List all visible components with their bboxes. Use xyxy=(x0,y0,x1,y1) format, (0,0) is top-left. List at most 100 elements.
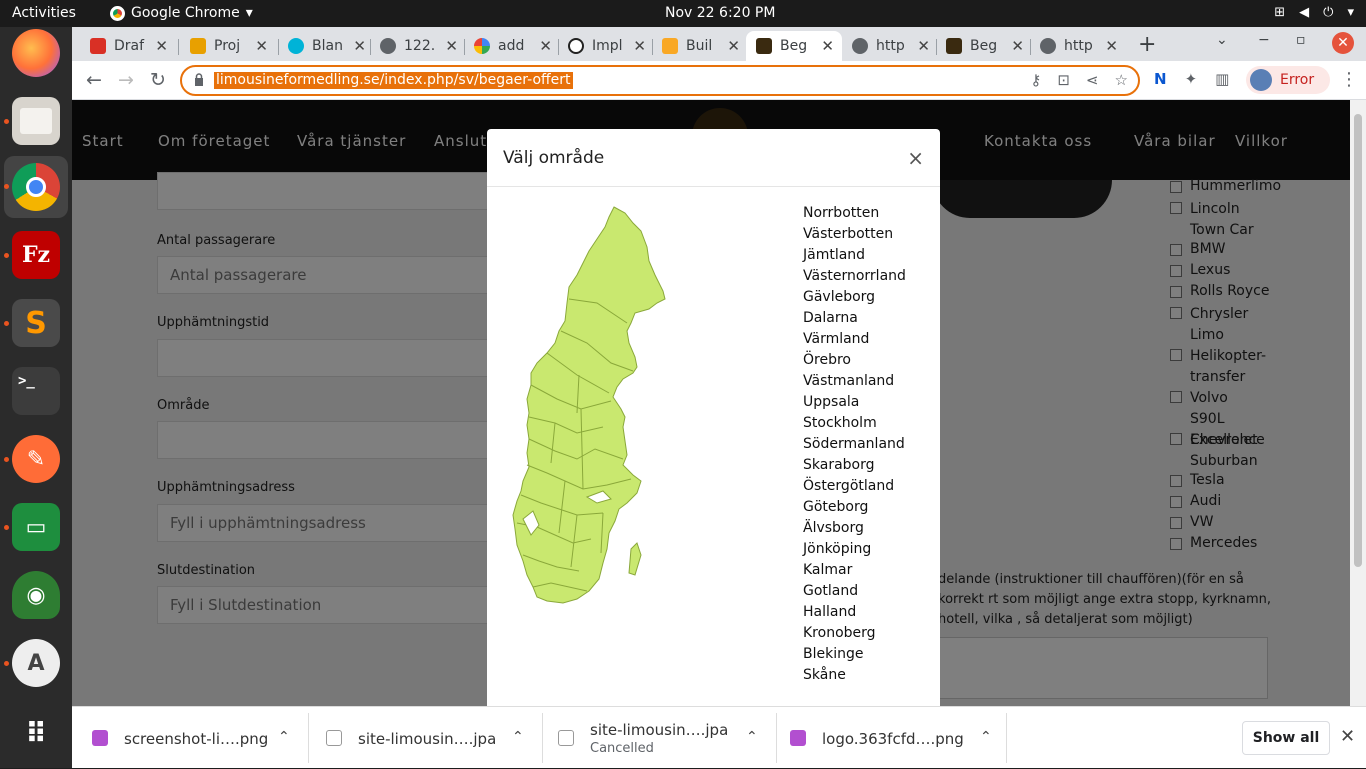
close-icon[interactable]: ✕ xyxy=(917,37,930,55)
filezilla-icon[interactable]: Fz xyxy=(12,231,60,279)
software-updater-icon[interactable]: A xyxy=(12,639,60,687)
region-item[interactable]: Dalarna xyxy=(803,308,906,329)
chevron-up-icon[interactable]: ⌃ xyxy=(980,729,992,745)
tab-search-chevron-icon[interactable]: ⌄ xyxy=(1216,32,1228,48)
new-tab-button[interactable]: + xyxy=(1138,32,1156,57)
region-item[interactable]: Gotland xyxy=(803,581,906,602)
app-grid-icon[interactable]: ⠿ xyxy=(12,709,60,757)
running-indicator xyxy=(4,321,9,326)
sublime-text-icon[interactable]: S xyxy=(12,299,60,347)
translate-icon[interactable]: ⊡ xyxy=(1057,71,1070,89)
google-chat-icon[interactable]: ▭ xyxy=(12,503,60,551)
region-item[interactable]: Kalmar xyxy=(803,560,906,581)
key-icon[interactable]: ⚷ xyxy=(1030,71,1041,89)
show-all-button[interactable]: Show all xyxy=(1242,721,1330,755)
tab[interactable]: add ✕ xyxy=(464,31,560,61)
system-tray[interactable]: ⊞ ◀ ⏻ ▾ xyxy=(1274,5,1354,20)
region-item[interactable]: Örebro xyxy=(803,350,906,371)
close-window-button[interactable]: ✕ xyxy=(1332,32,1354,54)
download-item[interactable]: screenshot-li….png ⌃ xyxy=(92,707,302,769)
map-outline[interactable] xyxy=(512,206,666,604)
close-icon[interactable]: ✕ xyxy=(1011,37,1024,55)
download-item[interactable]: site-limousin….jpa Cancelled ⌃ xyxy=(558,707,768,769)
tab-active[interactable]: Beg ✕ xyxy=(746,31,842,61)
url-text[interactable]: limousineformedling.se/index.php/sv/bega… xyxy=(214,72,573,89)
close-icon[interactable]: ✕ xyxy=(445,37,458,55)
address-bar[interactable]: limousineformedling.se/index.php/sv/bega… xyxy=(180,65,1140,96)
page-scrollbar[interactable] xyxy=(1350,100,1366,706)
region-item[interactable]: Östergötland xyxy=(803,476,906,497)
chevron-up-icon[interactable]: ⌃ xyxy=(512,729,524,745)
close-icon[interactable]: ✕ xyxy=(1340,726,1355,747)
tab[interactable]: Proj ✕ xyxy=(180,31,276,61)
close-icon[interactable]: ✕ xyxy=(727,37,740,55)
region-item[interactable]: Jönköping xyxy=(803,539,906,560)
close-icon[interactable]: ✕ xyxy=(255,37,268,55)
close-icon[interactable]: ✕ xyxy=(353,37,366,55)
profile-button[interactable]: Error xyxy=(1246,66,1330,94)
region-item[interactable]: Älvsborg xyxy=(803,518,906,539)
region-item[interactable]: Norrbotten xyxy=(803,203,906,224)
dock: Fz S >_ ✎ ▭ ◉ A ⠿ xyxy=(0,27,72,768)
close-icon[interactable]: ✕ xyxy=(155,37,168,55)
sweden-map[interactable] xyxy=(507,203,697,628)
share-icon[interactable]: ⋖ xyxy=(1086,71,1099,89)
terminal-icon[interactable]: >_ xyxy=(12,367,60,415)
minimize-button[interactable]: − xyxy=(1258,32,1270,48)
bookmark-star-icon[interactable]: ☆ xyxy=(1115,71,1128,89)
page-viewport: Start Om företaget Våra tjänster Anslut … xyxy=(72,100,1350,706)
close-icon[interactable]: × xyxy=(907,146,924,170)
files-icon[interactable] xyxy=(12,97,60,145)
region-item[interactable]: Halland xyxy=(803,602,906,623)
tab[interactable]: Beg ✕ xyxy=(936,31,1032,61)
close-icon[interactable]: ✕ xyxy=(539,37,552,55)
region-item[interactable]: Stockholm xyxy=(803,413,906,434)
region-item[interactable]: Kronoberg xyxy=(803,623,906,644)
tab[interactable]: Impl ✕ xyxy=(558,31,654,61)
extension-n-icon[interactable]: N xyxy=(1154,70,1167,88)
tab[interactable]: Draf ✕ xyxy=(80,31,176,61)
chevron-up-icon[interactable]: ⌃ xyxy=(746,729,758,745)
tab[interactable]: Buil ✕ xyxy=(652,31,748,61)
app-name: Google Chrome xyxy=(131,5,240,21)
region-item[interactable]: Gävleborg xyxy=(803,287,906,308)
region-item[interactable]: Västerbotten xyxy=(803,224,906,245)
region-item[interactable]: Västernorrland xyxy=(803,266,906,287)
tab[interactable]: http ✕ xyxy=(842,31,938,61)
firefox-icon[interactable] xyxy=(12,29,60,77)
region-item[interactable]: Skåne xyxy=(803,665,906,686)
rocket-icon[interactable]: ◉ xyxy=(12,571,60,619)
region-item[interactable]: Jämtland xyxy=(803,245,906,266)
clock[interactable]: Nov 22 6:20 PM xyxy=(665,5,775,21)
reload-button[interactable]: ↻ xyxy=(150,69,166,91)
app-menu[interactable]: Google Chrome ▾ xyxy=(110,5,253,21)
region-item[interactable]: Södermanland xyxy=(803,434,906,455)
tab-label: Blan xyxy=(312,38,343,54)
tab[interactable]: http ✕ xyxy=(1030,31,1126,61)
tab[interactable]: Blan ✕ xyxy=(278,31,374,61)
close-icon[interactable]: ✕ xyxy=(633,37,646,55)
gotland-shape[interactable] xyxy=(628,542,642,576)
close-icon[interactable]: ✕ xyxy=(1105,37,1118,55)
maximize-button[interactable]: ▫ xyxy=(1296,32,1306,48)
region-item[interactable]: Uppsala xyxy=(803,392,906,413)
region-item[interactable]: Värmland xyxy=(803,329,906,350)
postman-icon[interactable]: ✎ xyxy=(12,435,60,483)
region-item[interactable]: Blekinge xyxy=(803,644,906,665)
region-item[interactable]: Västmanland xyxy=(803,371,906,392)
back-button[interactable]: ← xyxy=(86,69,102,91)
download-item[interactable]: logo.363fcfd….png ⌃ xyxy=(790,707,1000,769)
forward-button[interactable]: → xyxy=(118,69,134,91)
region-item[interactable]: Göteborg xyxy=(803,497,906,518)
chevron-up-icon[interactable]: ⌃ xyxy=(278,729,290,745)
region-item[interactable]: Skaraborg xyxy=(803,455,906,476)
chrome-icon[interactable] xyxy=(12,163,60,211)
download-item[interactable]: site-limousin….jpa ⌃ xyxy=(326,707,536,769)
side-panel-icon[interactable]: ▥ xyxy=(1215,70,1229,88)
tab[interactable]: 122. ✕ xyxy=(370,31,466,61)
activities-button[interactable]: Activities xyxy=(12,5,76,21)
more-menu-icon[interactable]: ⋮ xyxy=(1340,69,1358,90)
scrollbar-thumb[interactable] xyxy=(1354,114,1362,567)
extensions-puzzle-icon[interactable]: ✦ xyxy=(1185,70,1198,88)
close-icon[interactable]: ✕ xyxy=(821,37,834,55)
